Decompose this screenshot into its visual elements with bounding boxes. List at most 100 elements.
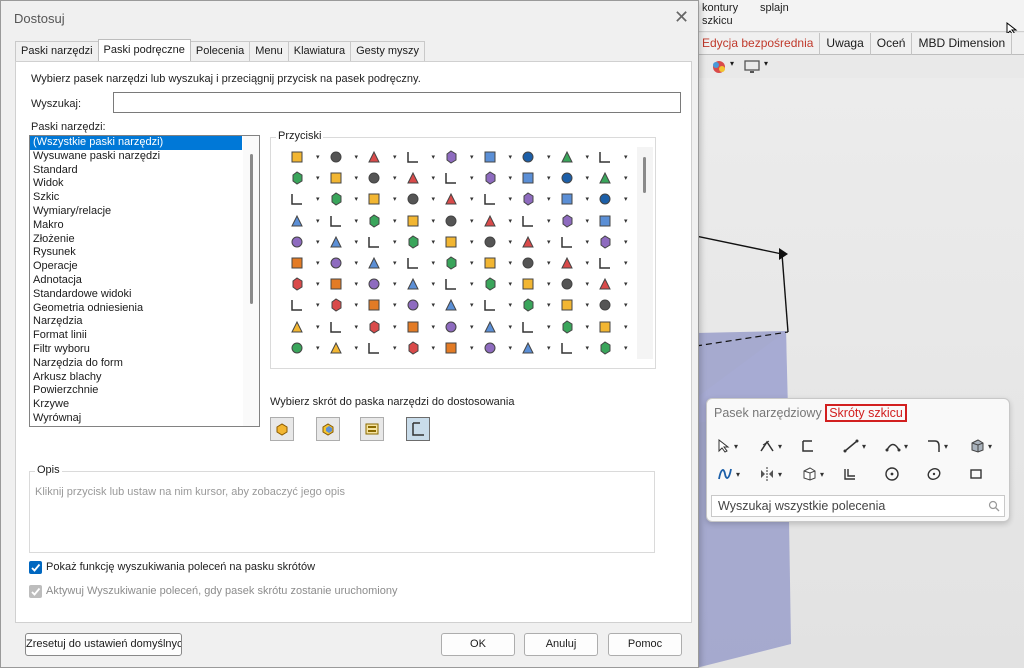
chevron-down-icon[interactable]: ▾ bbox=[586, 323, 590, 331]
convert-entities-button[interactable] bbox=[843, 463, 885, 485]
toolbar-command-button[interactable]: ▾ bbox=[519, 167, 557, 189]
circle-button[interactable] bbox=[885, 463, 927, 485]
tab-note[interactable]: Uwaga bbox=[820, 33, 871, 55]
line-button[interactable]: ▾ bbox=[843, 435, 885, 457]
close-icon[interactable]: ✕ bbox=[674, 8, 689, 26]
scrollbar-thumb[interactable] bbox=[643, 157, 646, 193]
chevron-down-icon[interactable]: ▾ bbox=[432, 238, 436, 246]
chevron-down-icon[interactable]: ▾ bbox=[393, 217, 397, 225]
ellipse-button[interactable] bbox=[927, 463, 969, 485]
chevron-down-icon[interactable]: ▾ bbox=[355, 153, 359, 161]
toolbar-command-button[interactable]: ▾ bbox=[519, 146, 557, 168]
chevron-down-icon[interactable]: ▾ bbox=[624, 344, 628, 352]
appearance-icon[interactable] bbox=[710, 59, 728, 75]
toolbar-command-button[interactable]: ▾ bbox=[558, 273, 596, 295]
chevron-down-icon[interactable]: ▾ bbox=[734, 442, 738, 451]
chevron-down-icon[interactable]: ▾ bbox=[586, 174, 590, 182]
chevron-down-icon[interactable]: ▾ bbox=[586, 153, 590, 161]
arc-button[interactable]: ▾ bbox=[885, 435, 927, 457]
chevron-down-icon[interactable]: ▾ bbox=[470, 174, 474, 182]
fillet-button[interactable]: ▾ bbox=[927, 435, 969, 457]
chevron-down-icon[interactable]: ▾ bbox=[393, 301, 397, 309]
toolbar-list-item[interactable]: Standardowe widoki bbox=[30, 288, 242, 302]
chevron-down-icon[interactable]: ▾ bbox=[393, 238, 397, 246]
toolbar-command-button[interactable]: ▾ bbox=[596, 188, 634, 210]
toolbar-list-item[interactable]: Adnotacja bbox=[30, 274, 242, 288]
toolbar-command-button[interactable]: ▾ bbox=[558, 146, 596, 168]
search-input[interactable] bbox=[113, 92, 681, 113]
chevron-down-icon[interactable]: ▾ bbox=[547, 217, 551, 225]
chevron-down-icon[interactable]: ▾ bbox=[547, 153, 551, 161]
chevron-down-icon[interactable]: ▾ bbox=[547, 174, 551, 182]
toolbar-command-button[interactable]: ▾ bbox=[404, 188, 442, 210]
chevron-down-icon[interactable]: ▾ bbox=[355, 174, 359, 182]
toolbar-command-button[interactable]: ▾ bbox=[596, 231, 634, 253]
chevron-down-icon[interactable]: ▾ bbox=[470, 344, 474, 352]
toolbar-command-button[interactable]: ▾ bbox=[596, 252, 634, 274]
chevron-down-icon[interactable]: ▾ bbox=[432, 195, 436, 203]
chevron-down-icon[interactable]: ▾ bbox=[862, 442, 866, 451]
toolbar-command-button[interactable]: ▾ bbox=[404, 252, 442, 274]
toolbar-command-button[interactable]: ▾ bbox=[365, 316, 403, 338]
tab-keyboard[interactable]: Klawiatura bbox=[287, 41, 352, 61]
ribbon-contours-button[interactable]: kontury szkicu bbox=[702, 2, 756, 28]
chevron-down-icon[interactable]: ▾ bbox=[778, 442, 782, 451]
chevron-down-icon[interactable]: ▾ bbox=[316, 323, 320, 331]
toolbar-command-button[interactable]: ▾ bbox=[404, 210, 442, 232]
tab-mouse-gestures[interactable]: Gesty myszy bbox=[350, 41, 426, 61]
chevron-down-icon[interactable]: ▾ bbox=[624, 301, 628, 309]
chevron-down-icon[interactable]: ▾ bbox=[432, 153, 436, 161]
chevron-down-icon[interactable]: ▾ bbox=[316, 344, 320, 352]
toolbar-command-button[interactable]: ▾ bbox=[481, 167, 519, 189]
toolbar-command-button[interactable]: ▾ bbox=[404, 231, 442, 253]
chevron-down-icon[interactable]: ▾ bbox=[509, 301, 513, 309]
toolbar-command-button[interactable]: ▾ bbox=[404, 337, 442, 359]
toolbars-listbox[interactable]: (Wszystkie paski narzędzi) Wysuwane paski… bbox=[29, 135, 260, 427]
chevron-down-icon[interactable]: ▾ bbox=[470, 280, 474, 288]
toolbar-command-button[interactable]: ▾ bbox=[288, 231, 326, 253]
chevron-down-icon[interactable]: ▾ bbox=[904, 442, 908, 451]
toolbar-command-button[interactable]: ▾ bbox=[558, 294, 596, 316]
toolbar-command-button[interactable]: ▾ bbox=[365, 294, 403, 316]
toolbar-command-button[interactable]: ▾ bbox=[404, 146, 442, 168]
toolbar-command-button[interactable]: ▾ bbox=[558, 188, 596, 210]
toolbar-command-button[interactable]: ▾ bbox=[327, 146, 365, 168]
chevron-down-icon[interactable]: ▾ bbox=[624, 174, 628, 182]
toolbar-command-button[interactable]: ▾ bbox=[365, 252, 403, 274]
toolbar-command-button[interactable]: ▾ bbox=[481, 273, 519, 295]
toolbar-command-button[interactable]: ▾ bbox=[327, 316, 365, 338]
chevron-down-icon[interactable]: ▾ bbox=[470, 195, 474, 203]
chevron-down-icon[interactable]: ▾ bbox=[316, 280, 320, 288]
toolbar-command-button[interactable]: ▾ bbox=[558, 337, 596, 359]
chevron-down-icon[interactable]: ▾ bbox=[393, 259, 397, 267]
chevron-down-icon[interactable]: ▾ bbox=[547, 323, 551, 331]
toolbar-command-button[interactable]: ▾ bbox=[558, 231, 596, 253]
offset-entities-button[interactable] bbox=[801, 435, 843, 457]
toolbar-command-button[interactable]: ▾ bbox=[442, 231, 480, 253]
chevron-down-icon[interactable]: ▾ bbox=[470, 153, 474, 161]
chevron-down-icon[interactable]: ▾ bbox=[432, 344, 436, 352]
reset-defaults-button[interactable]: Zresetuj do ustawień domyślnych bbox=[25, 633, 182, 656]
toolbar-command-button[interactable]: ▾ bbox=[481, 210, 519, 232]
toolbar-list-item[interactable]: Makro bbox=[30, 219, 242, 233]
toolbar-command-button[interactable]: ▾ bbox=[558, 316, 596, 338]
chevron-down-icon[interactable]: ▾ bbox=[355, 195, 359, 203]
toolbar-command-button[interactable]: ▾ bbox=[442, 294, 480, 316]
toolbar-command-button[interactable]: ▾ bbox=[481, 294, 519, 316]
rectangle-button[interactable] bbox=[969, 463, 1011, 485]
tab-shortcut-bars[interactable]: Paski podręczne bbox=[97, 39, 191, 61]
chevron-down-icon[interactable]: ▾ bbox=[355, 323, 359, 331]
chevron-down-icon[interactable]: ▾ bbox=[624, 259, 628, 267]
chevron-down-icon[interactable]: ▾ bbox=[586, 259, 590, 267]
chevron-down-icon[interactable]: ▾ bbox=[316, 238, 320, 246]
toolbar-list-item[interactable]: Powierzchnie bbox=[30, 384, 242, 398]
toolbar-list-item[interactable]: Arkusz blachy bbox=[30, 371, 242, 385]
toolbar-command-button[interactable]: ▾ bbox=[404, 167, 442, 189]
command-search-input[interactable]: Wyszukaj wszystkie polecenia bbox=[711, 495, 1005, 517]
chevron-down-icon[interactable]: ▾ bbox=[547, 301, 551, 309]
tab-toolbars[interactable]: Paski narzędzi bbox=[15, 41, 99, 61]
toolbar-command-button[interactable]: ▾ bbox=[288, 210, 326, 232]
toolbar-list-item[interactable]: Geometria odniesienia bbox=[30, 302, 242, 316]
chevron-down-icon[interactable]: ▾ bbox=[393, 280, 397, 288]
chevron-down-icon[interactable]: ▾ bbox=[624, 280, 628, 288]
